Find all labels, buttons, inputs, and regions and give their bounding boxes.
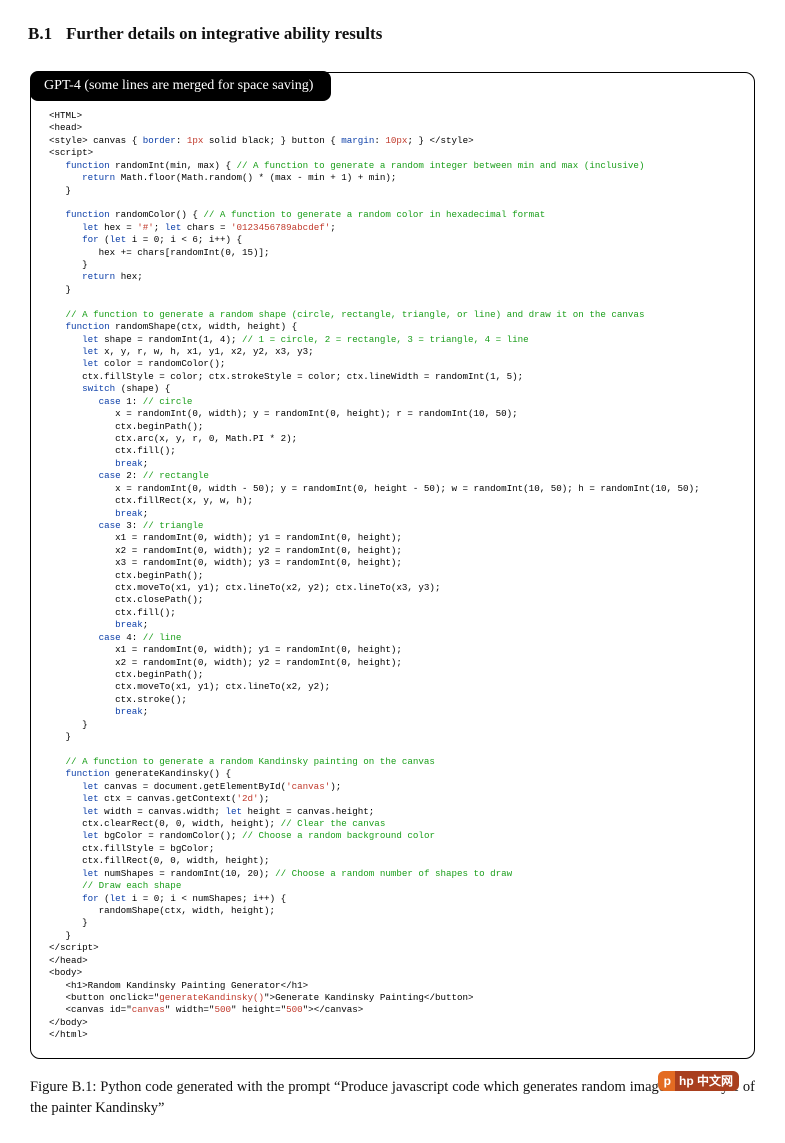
code-box: GPT-4 (some lines are merged for space s… — [30, 72, 755, 1059]
section-title: Further details on integrative ability r… — [66, 24, 382, 43]
code-tab-label: GPT-4 (some lines are merged for space s… — [30, 71, 331, 101]
figure-caption: Figure B.1: Python code generated with t… — [30, 1077, 755, 1119]
section-number: B.1 — [28, 24, 52, 43]
code-listing: <HTML> <head> <style> canvas { border: 1… — [31, 110, 754, 1048]
section-heading: B.1 Further details on integrative abilit… — [28, 24, 757, 44]
code-figure: GPT-4 (some lines are merged for space s… — [28, 72, 757, 1119]
